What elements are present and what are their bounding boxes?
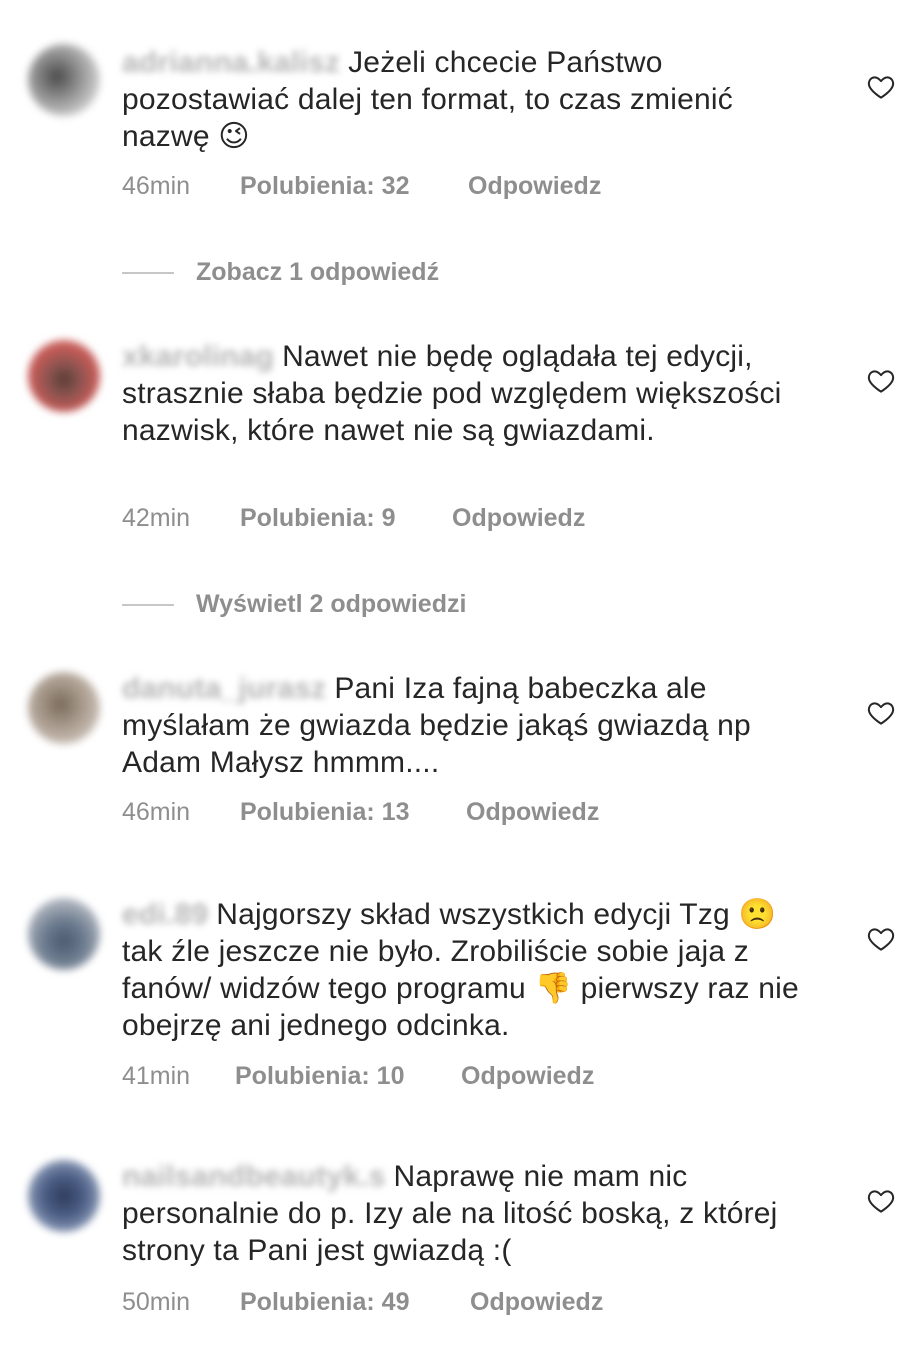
avatar[interactable]: [28, 672, 100, 744]
comment-text-part: Najgorszy skład wszystkich edycji Tzg: [216, 898, 730, 931]
reply-button[interactable]: Odpowiedz: [470, 1288, 603, 1317]
avatar[interactable]: [28, 44, 100, 116]
divider-line: [122, 271, 174, 274]
reply-button[interactable]: Odpowiedz: [452, 504, 585, 533]
comment-time: 46min: [122, 172, 191, 200]
heart-outline-icon[interactable]: [866, 1186, 896, 1216]
comment-meta: 46min Polubienia: 13 Odpowiedz: [122, 798, 599, 827]
comment-time: 50min: [122, 1288, 191, 1316]
divider-line: [122, 603, 174, 606]
comment-username[interactable]: nailsandbeautyk.s: [122, 1158, 386, 1195]
reply-button[interactable]: Odpowiedz: [468, 172, 601, 201]
heart-outline-icon[interactable]: [866, 72, 896, 102]
comment-username[interactable]: danuta_jurasz: [122, 670, 326, 707]
comment-likes[interactable]: Polubienia: 13: [240, 798, 466, 827]
avatar[interactable]: [28, 340, 100, 412]
avatar[interactable]: [28, 1160, 100, 1232]
comment-time: 46min: [122, 798, 191, 826]
comment-text-block: xkarolinag Nawet nie będę oglądała tej ed…: [122, 338, 822, 449]
comment-likes[interactable]: Polubienia: 10: [235, 1062, 461, 1091]
winking-face-emoji-icon: 😉: [218, 119, 250, 154]
view-replies-label: Zobacz 1 odpowiedź: [196, 258, 440, 286]
avatar[interactable]: [28, 898, 100, 970]
thumbs-down-emoji-icon: 👎: [534, 971, 573, 1006]
comment-likes[interactable]: Polubienia: 32: [240, 172, 468, 201]
comment-meta: 46min Polubienia: 32 Odpowiedz: [122, 172, 601, 201]
reply-button[interactable]: Odpowiedz: [466, 798, 599, 827]
comment-username[interactable]: xkarolinag: [122, 338, 274, 375]
comment-meta: 50min Polubienia: 49 Odpowiedz: [122, 1288, 603, 1317]
comment-meta: 41min Polubienia: 10 Odpowiedz: [122, 1062, 594, 1091]
comment-text-block: adrianna.kalisz Jeżeli chcecie Państwo po…: [122, 44, 822, 155]
comment-likes[interactable]: Polubienia: 9: [240, 504, 452, 533]
comment-text-block: edi.89 Najgorszy skład wszystkich edycji …: [122, 896, 822, 1044]
comment-username[interactable]: edi.89: [122, 896, 208, 933]
heart-outline-icon[interactable]: [866, 924, 896, 954]
comment-username[interactable]: adrianna.kalisz: [122, 44, 340, 81]
view-replies-button[interactable]: Wyświetl 2 odpowiedzi: [122, 590, 466, 619]
comment-likes[interactable]: Polubienia: 49: [240, 1288, 470, 1317]
comment-time: 41min: [122, 1062, 191, 1090]
comment-text-block: nailsandbeautyk.s Naprawę nie mam nic per…: [122, 1158, 822, 1269]
view-replies-button[interactable]: Zobacz 1 odpowiedź: [122, 258, 439, 287]
comment-time: 42min: [122, 504, 191, 532]
confused-face-emoji-icon: 🙁: [738, 897, 777, 932]
view-replies-label: Wyświetl 2 odpowiedzi: [196, 590, 467, 618]
heart-outline-icon[interactable]: [866, 698, 896, 728]
comment-text-block: danuta_jurasz Pani Iza fajną babeczka ale…: [122, 670, 822, 781]
reply-button[interactable]: Odpowiedz: [461, 1062, 594, 1091]
heart-outline-icon[interactable]: [866, 366, 896, 396]
comment-meta: 42min Polubienia: 9 Odpowiedz: [122, 504, 585, 533]
